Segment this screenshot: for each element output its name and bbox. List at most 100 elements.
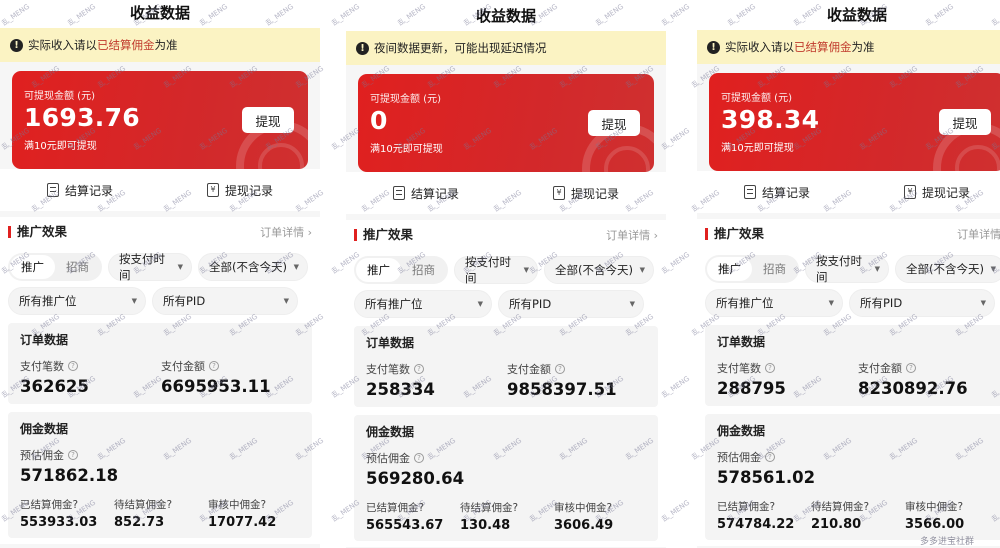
commission-data-block: 佣金数据 预估佣金? 569280.64 已结算佣金? 565543.67 待结… xyxy=(354,415,658,541)
withdraw-records-label: 提现记录 xyxy=(921,185,970,200)
pending-value: 210.80 xyxy=(811,517,862,532)
estimate-commission-stat: 预估佣金? 571862.18 xyxy=(20,447,302,485)
pending-commission-stat: 待结算佣金? 210.80 xyxy=(811,499,905,533)
pid-select[interactable]: 所有PID ▼ xyxy=(849,289,995,317)
earnings-screen-3: 收益数据 ! 实际收入请以 已结算佣金 为准 可提现金额 (元) 398.34 满1… xyxy=(697,2,1000,548)
pay-count-stat: 支付笔数? 288795 xyxy=(717,360,858,398)
position-select[interactable]: 所有推广位 ▼ xyxy=(705,289,843,317)
page-title: 收益数据 xyxy=(0,0,320,28)
withdraw-button[interactable]: 提现 xyxy=(242,107,294,133)
withdraw-records-link[interactable]: ¥ 提现记录 xyxy=(506,172,666,214)
section-title: 推广效果 xyxy=(705,227,764,240)
pay-amount-value: 6695953.11 xyxy=(161,377,271,396)
help-icon[interactable]: ? xyxy=(555,364,565,374)
date-range-select[interactable]: 全部(不含今天) ▼ xyxy=(544,256,654,284)
order-details-link[interactable]: 订单详情 › xyxy=(606,227,658,243)
pid-select[interactable]: 所有PID ▼ xyxy=(152,287,298,315)
time-basis-select[interactable]: 按支付时间 ▼ xyxy=(805,254,889,284)
order-data-title: 订单数据 xyxy=(717,335,766,349)
review-value: 3566.00 xyxy=(905,517,965,532)
min-withdraw-note: 满10元即可提现 xyxy=(370,144,443,155)
balance-card: 可提现金额 (元) 398.34 满10元即可提现 提现 xyxy=(709,73,1000,171)
commission-data-block: 佣金数据 预估佣金? 578561.02 已结算佣金? 574784.22 待结… xyxy=(705,414,1000,540)
position-select[interactable]: 所有推广位 ▼ xyxy=(8,287,146,315)
review-label: 审核中佣金 xyxy=(905,501,958,513)
notice-text: 实际收入请以 xyxy=(725,40,794,54)
settlement-records-link[interactable]: 结算记录 xyxy=(346,172,506,214)
help-icon[interactable]: ? xyxy=(958,501,964,513)
withdraw-records-link[interactable]: ¥ 提现记录 xyxy=(857,171,1000,213)
help-icon[interactable]: ? xyxy=(864,501,870,513)
help-icon[interactable]: ? xyxy=(414,453,424,463)
notice-banner: ! 夜间数据更新，可能出现延迟情况 xyxy=(346,31,666,65)
help-icon[interactable]: ? xyxy=(765,363,775,373)
order-data-block: 订单数据 支付笔数? 258334 支付金额? 9858397.51 xyxy=(354,326,658,407)
commission-data-title: 佣金数据 xyxy=(20,422,69,436)
earnings-screen-2: 收益数据 ! 夜间数据更新，可能出现延迟情况 可提现金额 (元) 0 满10元即… xyxy=(346,3,666,548)
withdraw-button[interactable]: 提现 xyxy=(939,109,991,135)
tab-promote[interactable]: 推广 xyxy=(356,258,401,282)
pay-count-value: 288795 xyxy=(717,379,786,398)
section-header: 推广效果 订单详情 › xyxy=(354,220,658,250)
time-basis-select[interactable]: 按支付时间 ▼ xyxy=(108,252,192,282)
help-icon[interactable]: ? xyxy=(167,499,173,511)
tab-merchant[interactable]: 招商 xyxy=(55,255,100,279)
pay-amount-label: 支付金额 xyxy=(161,360,205,373)
settlement-records-link[interactable]: 结算记录 xyxy=(0,169,160,211)
notice-text: 夜间数据更新，可能出现延迟情况 xyxy=(374,41,547,55)
help-icon[interactable]: ? xyxy=(906,363,916,373)
help-icon[interactable]: ? xyxy=(209,361,219,371)
pay-amount-stat: 支付金额? 8230892.76 xyxy=(858,360,999,398)
filter-row-2: 所有推广位 ▼ 所有PID ▼ xyxy=(705,289,1000,317)
help-icon[interactable]: ? xyxy=(770,501,776,513)
order-details-link[interactable]: 订单详情 › xyxy=(957,226,1000,242)
time-basis-select[interactable]: 按支付时间 ▼ xyxy=(454,255,538,285)
pay-count-label: 支付笔数 xyxy=(717,362,761,375)
settlement-records-link[interactable]: 结算记录 xyxy=(697,171,857,213)
review-commission-stat: 审核中佣金? 17077.42 xyxy=(208,497,302,531)
help-icon[interactable]: ? xyxy=(765,452,775,462)
review-label: 审核中佣金 xyxy=(554,502,607,514)
records-bar: 结算记录 ¥ 提现记录 xyxy=(346,172,666,214)
help-icon[interactable]: ? xyxy=(68,450,78,460)
balance-label: 可提现金额 (元) xyxy=(721,93,792,104)
tab-promote[interactable]: 推广 xyxy=(707,257,752,281)
order-data-block: 订单数据 支付笔数? 288795 支付金额? 8230892.76 xyxy=(705,325,1000,406)
help-icon[interactable]: ? xyxy=(261,499,267,511)
pending-label: 待结算佣金 xyxy=(114,499,167,511)
estimate-commission-stat: 预估佣金? 578561.02 xyxy=(717,449,999,487)
estimate-label: 预估佣金 xyxy=(717,451,761,464)
tab-promote[interactable]: 推广 xyxy=(10,255,55,279)
commission-data-block: 佣金数据 预估佣金? 571862.18 已结算佣金? 553933.03 待结… xyxy=(8,412,312,538)
min-withdraw-note: 满10元即可提现 xyxy=(24,141,97,152)
help-icon[interactable]: ? xyxy=(513,502,519,514)
date-range-select[interactable]: 全部(不含今天) ▼ xyxy=(198,253,308,281)
chevron-down-icon: ▼ xyxy=(874,265,880,273)
notice-text-end: 为准 xyxy=(154,38,178,52)
help-icon[interactable]: ? xyxy=(73,499,79,511)
help-icon[interactable]: ? xyxy=(419,502,425,514)
withdraw-records-link[interactable]: ¥ 提现记录 xyxy=(160,169,320,211)
promo-tabs: 推广 招商 xyxy=(354,256,448,284)
chevron-down-icon: ▼ xyxy=(990,265,996,273)
section-title: 推广效果 xyxy=(8,225,67,238)
chevron-down-icon: ▼ xyxy=(131,297,137,305)
position-select[interactable]: 所有推广位 ▼ xyxy=(354,290,492,318)
help-icon[interactable]: ? xyxy=(68,361,78,371)
estimate-label: 预估佣金 xyxy=(20,449,64,462)
pid-value: 所有PID xyxy=(163,294,206,308)
help-icon[interactable]: ? xyxy=(607,502,613,514)
notice-text-end: 为准 xyxy=(851,40,875,54)
promotion-section: 推广效果 订单详情 › 推广 招商 按支付时间 ▼ 全部(不含今天) ▼ 所有推广位… xyxy=(346,220,666,547)
withdraw-button[interactable]: 提现 xyxy=(588,110,640,136)
time-basis-value: 按支付时间 xyxy=(816,254,862,284)
filter-row-1: 推广 招商 按支付时间 ▼ 全部(不含今天) ▼ xyxy=(8,252,312,282)
order-details-link[interactable]: 订单详情 › xyxy=(260,224,312,240)
tab-merchant[interactable]: 招商 xyxy=(401,258,446,282)
pid-select[interactable]: 所有PID ▼ xyxy=(498,290,644,318)
notice-highlight: 已结算佣金 xyxy=(794,40,852,54)
notice-banner: ! 实际收入请以 已结算佣金 为准 xyxy=(697,30,1000,64)
help-icon[interactable]: ? xyxy=(414,364,424,374)
tab-merchant[interactable]: 招商 xyxy=(752,257,797,281)
date-range-select[interactable]: 全部(不含今天) ▼ xyxy=(895,255,1000,283)
